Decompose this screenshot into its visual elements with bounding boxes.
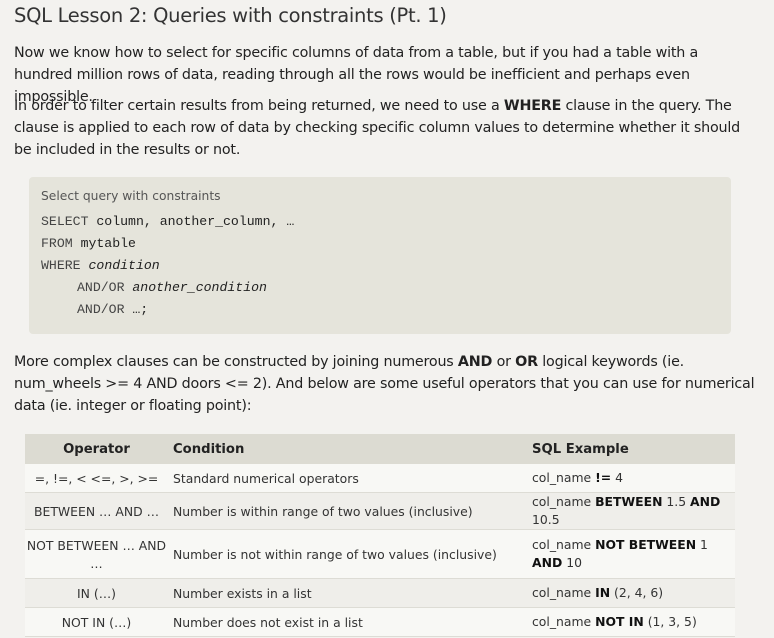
- sql-text: 10: [562, 555, 582, 570]
- where-text-before: In order to filter certain results from …: [14, 98, 504, 114]
- lesson-page: SQL Lesson 2: Queries with constraints (…: [0, 0, 774, 638]
- sql-keyword: BETWEEN: [595, 494, 663, 509]
- and-keyword: AND: [457, 354, 493, 370]
- code-keyword: WHERE: [41, 258, 81, 273]
- sql-text: 1.5: [662, 494, 691, 509]
- sql-example-cell: col_name BETWEEN 1.5 AND 10.5: [527, 493, 735, 530]
- table-body: =, !=, < <=, >, >= Standard numerical ope…: [25, 464, 735, 637]
- where-paragraph: In order to filter certain results from …: [14, 95, 759, 161]
- code-text: column, another_column, …: [88, 214, 295, 229]
- operator-cell: =, !=, < <=, >, >=: [34, 470, 159, 486]
- sql-text: col_name: [532, 585, 596, 600]
- table-row: NOT IN (…) Number does not exist in a lis…: [25, 607, 735, 637]
- code-line: WHERE condition: [41, 258, 160, 273]
- sql-text: col_name: [532, 537, 596, 552]
- code-keyword: SELECT: [41, 214, 89, 229]
- sql-keyword: AND: [532, 555, 563, 570]
- condition-cell: Number is not within range of two values…: [173, 546, 497, 562]
- sql-keyword: !=: [595, 470, 612, 485]
- sql-example-cell: col_name IN (2, 4, 6): [527, 579, 735, 608]
- code-line: FROM mytable: [41, 236, 136, 251]
- sql-text: col_name: [532, 614, 596, 629]
- code-text: condition: [80, 258, 160, 273]
- condition-cell: Number is within range of two values (in…: [173, 503, 473, 519]
- table-row: NOT BETWEEN … AND … Number is not within …: [25, 529, 735, 579]
- or-keyword: OR: [515, 354, 538, 370]
- code-caption: Select query with constraints: [41, 189, 221, 203]
- sql-text: (2, 4, 6): [610, 585, 664, 600]
- complex-clauses-paragraph: More complex clauses can be constructed …: [14, 351, 762, 417]
- condition-cell: Number does not exist in a list: [173, 614, 363, 630]
- sql-example-cell: col_name != 4: [527, 464, 735, 493]
- sql-text: col_name: [532, 494, 596, 509]
- code-keyword: AND/OR: [77, 280, 125, 295]
- sql-example-cell: col_name NOT IN (1, 3, 5): [527, 608, 735, 637]
- sql-text: 1: [696, 537, 708, 552]
- table-row: =, !=, < <=, >, >= Standard numerical ope…: [25, 464, 735, 493]
- table-header-row: Operator Condition SQL Example: [25, 434, 735, 464]
- code-example-box: Select query with constraints SELECT col…: [29, 177, 731, 334]
- sql-text: (1, 3, 5): [643, 614, 697, 629]
- sql-keyword: NOT BETWEEN: [595, 537, 697, 552]
- code-text: another_condition: [124, 280, 267, 295]
- operator-cell: IN (…): [77, 585, 116, 601]
- page-title: SQL Lesson 2: Queries with constraints (…: [14, 4, 447, 27]
- table-row: IN (…) Number exists in a list col_name IN…: [25, 578, 735, 608]
- sql-keyword: AND: [690, 494, 721, 509]
- header-operator: Operator: [25, 434, 168, 464]
- operator-cell: BETWEEN … AND …: [34, 503, 159, 519]
- code-text: …;: [124, 302, 149, 317]
- header-condition: Condition: [168, 434, 527, 464]
- code-line: AND/OR …;: [77, 302, 148, 317]
- code-line: SELECT column, another_column, …: [41, 214, 294, 229]
- sql-text: 4: [611, 470, 623, 485]
- code-keyword: AND/OR: [77, 302, 125, 317]
- sql-text: col_name: [532, 470, 596, 485]
- complex-text-2: or: [492, 354, 516, 370]
- code-keyword: FROM: [41, 236, 73, 251]
- complex-text-1: More complex clauses can be constructed …: [14, 354, 458, 370]
- sql-keyword: NOT IN: [595, 614, 644, 629]
- operator-cell: NOT IN (…): [61, 614, 132, 630]
- code-text: mytable: [72, 236, 136, 251]
- header-sql-example: SQL Example: [527, 434, 735, 464]
- code-line: AND/OR another_condition: [77, 280, 267, 295]
- sql-example-cell: col_name NOT BETWEEN 1 AND 10: [527, 530, 735, 579]
- sql-text: 10.5: [532, 512, 560, 527]
- sql-keyword: IN: [595, 585, 611, 600]
- operators-table: Operator Condition SQL Example =, !=, < …: [25, 434, 735, 637]
- condition-cell: Number exists in a list: [173, 585, 312, 601]
- table-row: BETWEEN … AND … Number is within range of…: [25, 492, 735, 530]
- where-keyword: WHERE: [503, 98, 562, 114]
- condition-cell: Standard numerical operators: [173, 470, 359, 486]
- operator-cell: NOT BETWEEN … AND …: [26, 538, 167, 571]
